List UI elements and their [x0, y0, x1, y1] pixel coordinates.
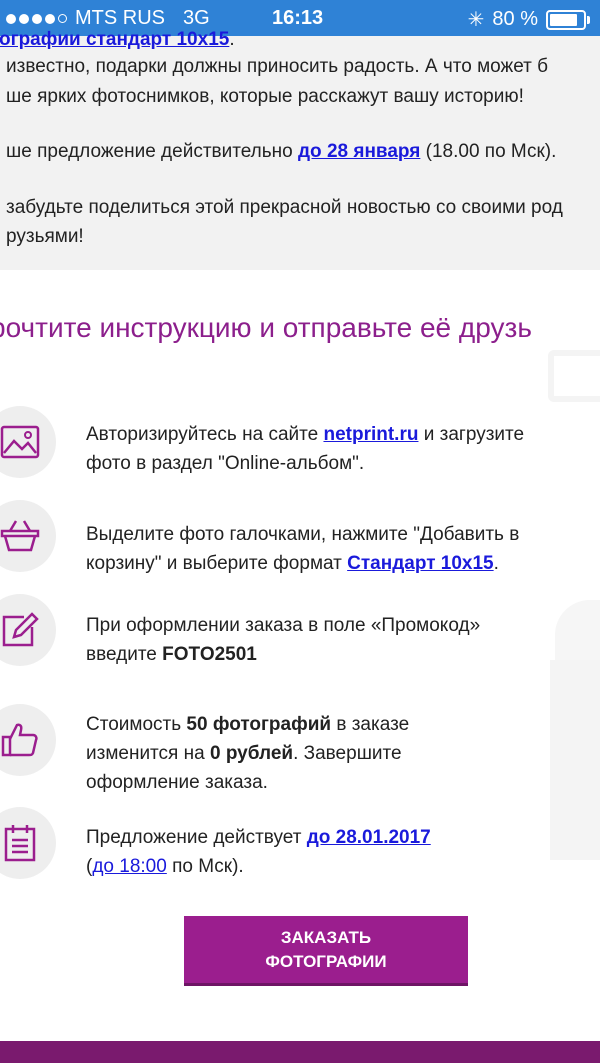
format-link[interactable]: Стандарт 10х15 — [347, 553, 493, 574]
signal-icon — [6, 13, 67, 24]
step-4-text: Стоимость 50 фотографий в заказе изменит… — [86, 714, 410, 793]
thumbs-up-icon — [0, 704, 56, 776]
activity-spinner-icon: ✳ — [467, 9, 485, 31]
step-1-text: Авторизируйтесь на сайте netprint.ru и з… — [86, 424, 525, 474]
status-right: ✳ 80 % — [467, 7, 590, 32]
intro-block: тографии стандарт 10х15. известно, подар… — [0, 29, 600, 270]
offer-date-link[interactable]: до 28 января — [298, 141, 420, 162]
intro-line-1: известно, подарки должны приносить радос… — [6, 56, 548, 77]
step-5-text: Предложение действует до 28.01.2017 (до … — [86, 827, 431, 877]
intro-product-link[interactable]: тографии стандарт 10х15 — [0, 29, 229, 50]
battery-icon — [546, 9, 590, 30]
calendar-icon — [0, 807, 56, 879]
step-3-text: При оформлении заказа в поле «Промокод» … — [86, 615, 481, 665]
step-2-text: Выделите фото галочками, нажмите "Добави… — [86, 524, 520, 574]
photo-icon — [0, 406, 56, 478]
footer-bar — [0, 1041, 600, 1063]
offer-end-date-link[interactable]: до 28.01.2017 — [307, 827, 431, 848]
battery-percent: 80 % — [492, 8, 538, 30]
intro-line-5: рузьями! — [6, 226, 84, 247]
offer-end-time-link[interactable]: до 18:00 — [92, 856, 166, 877]
intro-line-3: ше предложение действительно до 28 январ… — [6, 141, 557, 162]
intro-line-4: забудьте поделиться этой прекрасной ново… — [6, 197, 563, 218]
intro-line-0: тографии стандарт 10х15. — [0, 25, 235, 55]
basket-icon — [0, 500, 56, 572]
promo-code: FOTO2501 — [162, 644, 257, 665]
clock: 16:13 — [272, 7, 324, 29]
edit-icon — [0, 594, 56, 666]
section-heading: рочтите инструкцию и отправьте её друзь — [0, 312, 532, 343]
background-decoration — [548, 350, 600, 402]
order-photos-button[interactable]: ЗАКАЗАТЬ ФОТОГРАФИИ — [184, 916, 468, 986]
netprint-link[interactable]: netprint.ru — [323, 424, 418, 445]
intro-line-2: ше ярких фотоснимков, которые расскажут … — [6, 86, 524, 107]
